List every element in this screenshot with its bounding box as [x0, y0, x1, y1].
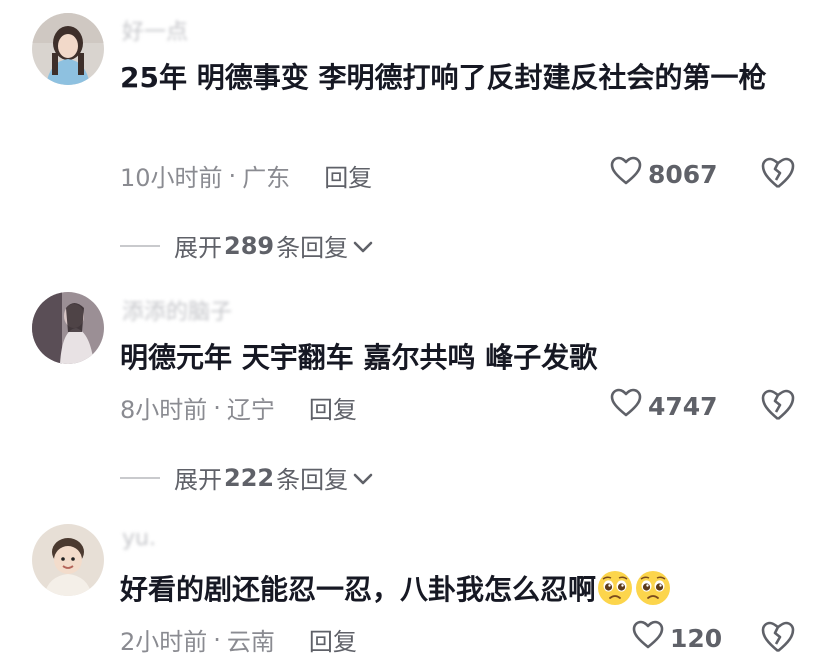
comment-location: 辽宁: [226, 396, 275, 424]
comment-location: 云南: [226, 628, 275, 656]
broken-heart-icon: [760, 621, 796, 658]
separator-dot: ·: [213, 625, 221, 654]
expand-suffix: 条回复: [276, 466, 349, 494]
dislike-button[interactable]: [760, 388, 796, 422]
like-button[interactable]: 120: [632, 620, 722, 656]
username[interactable]: yu.: [122, 526, 156, 551]
expand-replies-button[interactable]: 展开 289 条回复: [120, 228, 374, 263]
avatar[interactable]: [32, 524, 104, 596]
comment-text: 明德元年 天宇翻车 嘉尔共鸣 峰子发歌: [120, 341, 598, 374]
heart-outline-icon: [610, 388, 648, 424]
comment-time: 8小时前: [120, 396, 208, 424]
like-button[interactable]: 4747: [610, 388, 718, 424]
pleading-face-emoji: [634, 569, 672, 607]
expand-prefix: 展开: [174, 234, 222, 262]
avatar[interactable]: [32, 13, 104, 85]
expand-prefix: 展开: [174, 466, 222, 494]
reply-button[interactable]: 回复: [309, 390, 357, 425]
comment-time: 10小时前: [120, 164, 223, 192]
broken-heart-icon: [760, 389, 796, 426]
username[interactable]: 添添的脑子: [122, 294, 232, 326]
dislike-button[interactable]: [760, 156, 796, 190]
like-button[interactable]: 8067: [610, 156, 718, 192]
like-count: 8067: [648, 159, 718, 189]
reply-button[interactable]: 回复: [324, 158, 372, 193]
reply-button[interactable]: 回复: [309, 622, 357, 657]
like-count: 120: [670, 623, 723, 653]
reply-count: 222: [224, 463, 275, 492]
comment-text: 好看的剧还能忍一忍，八卦我怎么忍啊: [120, 568, 800, 612]
avatar[interactable]: [32, 292, 104, 364]
expand-replies-button[interactable]: 展开 222 条回复: [120, 460, 374, 495]
separator-dot: ·: [213, 393, 221, 422]
chevron-down-icon: [348, 464, 374, 492]
comment-location: 广东: [242, 164, 291, 192]
comment-text: 25年 明德事变 李明德打响了反封建反社会的第一枪: [120, 61, 767, 94]
divider-line: [120, 244, 160, 247]
comment-meta: 10小时前 · 广东 回复: [120, 158, 372, 193]
comment-text-body: 好看的剧还能忍一忍，八卦我怎么忍啊: [120, 573, 597, 606]
like-count: 4747: [648, 391, 718, 421]
reply-count: 289: [224, 231, 275, 260]
chevron-down-icon: [348, 232, 374, 260]
comment-meta: 2小时前 · 云南 回复: [120, 622, 357, 657]
pleading-face-emoji: [596, 569, 634, 607]
dislike-button[interactable]: [760, 620, 796, 654]
separator-dot: ·: [228, 161, 237, 190]
comment-meta: 8小时前 · 辽宁 回复: [120, 390, 357, 425]
heart-outline-icon: [632, 620, 670, 656]
broken-heart-icon: [760, 157, 796, 194]
expand-suffix: 条回复: [276, 234, 349, 262]
heart-outline-icon: [610, 156, 648, 192]
username[interactable]: 好一点: [122, 14, 188, 46]
divider-line: [120, 476, 160, 479]
comment-time: 2小时前: [120, 628, 208, 656]
